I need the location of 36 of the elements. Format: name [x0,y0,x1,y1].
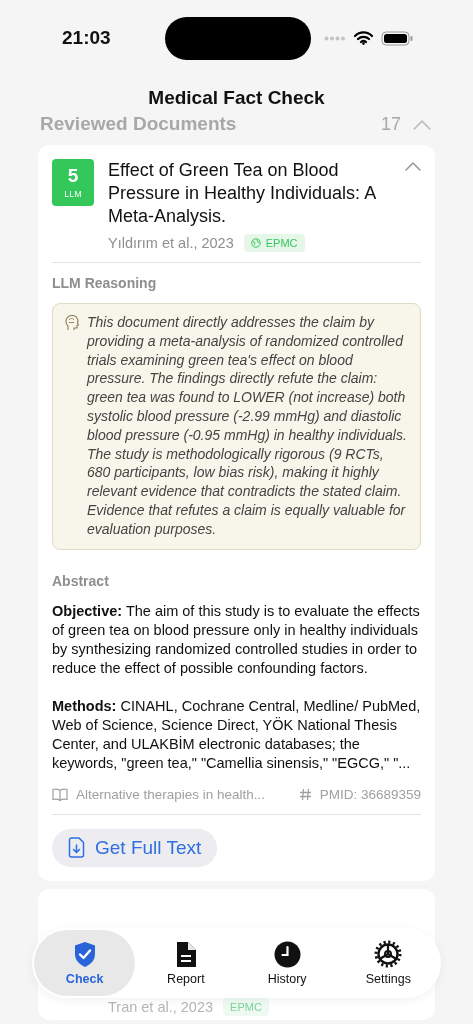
document-download-icon [68,837,85,859]
journal-name: Alternative therapies in health... [76,786,267,802]
tab[interactable]: Check [34,930,136,996]
reasoning-text: This document directly addresses the claim by providing a meta-analysis of randomized controlled trials examining green tea's effect on blood pressure. The findings directly refute the claim: green tea was found to LOWER (not increase) both systolic blood pressure (-2.99 mmHg) and diastolic blood pressure (-0.95 mmHg) in healthy individuals. The study is methodologically rigorous (9 RCTs, 680 participants, low bias risk), making it highly relevant evidence that contradicts the stated claim. Evidence that refutes a claim is equally valuable for evaluation purposes. [87,313,408,539]
document-authors: Yıldırım et al., 2023 [108,235,234,251]
document-title: Effect of Green Tea on Blood Pressure in Healthy Individuals: A Meta-Analysis. [108,159,377,228]
brain-head-icon [65,315,79,331]
signal-icon [324,35,346,41]
abstract-paragraph: Objective: The aim of this study is to evaluate the effects of green tea on blood pressure only in healthy individuals by synthesizing randomized controlled studies in order to reduce the effect of possible confounding factors. [52,601,421,678]
reasoning-label: LLM Reasoning [52,275,158,291]
battery-icon [381,30,413,46]
settings-icon [374,940,403,968]
status-time: 21:03 [62,27,112,49]
score-badge: 5 LLM [52,159,94,206]
get-full-text-button[interactable]: Get Full Text [52,828,218,867]
nav-title: Medical Fact Check [147,87,326,109]
source-badge: EPMC [243,234,305,252]
tab[interactable]: Report [135,930,237,996]
document-authors: Tran et al., 2023 [108,999,214,1015]
pmid: PMID: 36689359 [319,786,421,802]
tab[interactable]: Settings [337,930,439,996]
chevron-up-icon[interactable] [405,161,421,171]
wifi-icon [354,31,373,45]
document-icon [174,940,197,968]
chevron-up-icon[interactable] [413,118,431,130]
book-icon [52,787,68,801]
globe-icon [250,238,261,248]
clock-icon [273,940,301,968]
shield-check-icon [72,940,97,968]
hash-icon [298,787,312,801]
abstract-label: Abstract [52,572,110,589]
document-count: 17 [380,113,401,135]
tab[interactable]: History [236,930,338,996]
source-badge: EPMC [223,998,269,1016]
section-title: Reviewed Documents [40,113,238,135]
abstract-paragraph: Methods: CINAHL, Cochrane Central, Medline/ PubMed, Web of Science, Science Direct, YÖK National Thesis Center, and ULAKBİM electronic databases; the keywords, "green tea," "Camellia sinensis," "EGCG," "... [52,696,421,773]
